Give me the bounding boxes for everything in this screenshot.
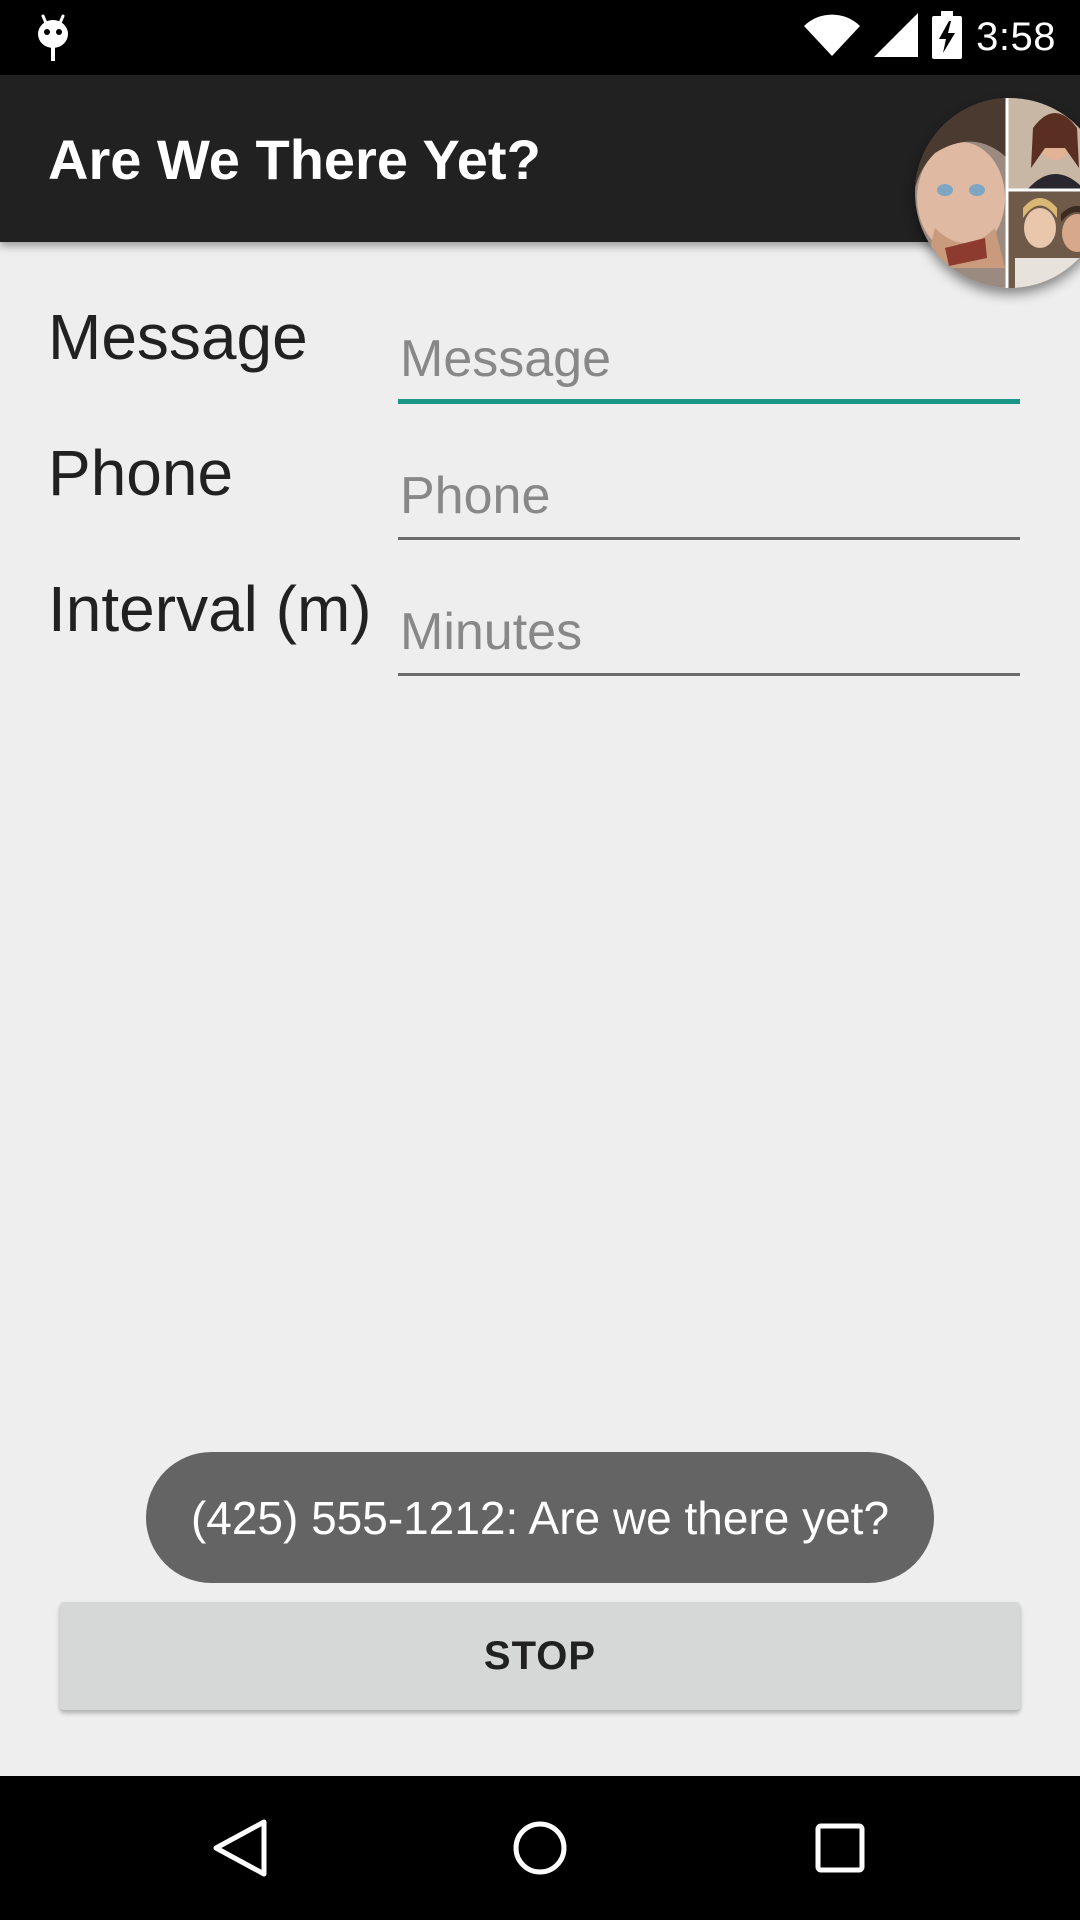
message-row: Message: [0, 300, 1080, 430]
status-icons: 3:58: [804, 0, 1056, 75]
android-debug-icon: [36, 14, 70, 62]
navigation-bar: [0, 1776, 1080, 1920]
app-title: Are We There Yet?: [48, 128, 541, 191]
phone-row: Phone: [0, 436, 1080, 566]
status-clock: 3:58: [976, 15, 1056, 59]
recents-icon[interactable]: [790, 1798, 890, 1898]
toast-message: (425) 555-1212: Are we there yet?: [146, 1452, 934, 1583]
message-label: Message: [48, 301, 308, 373]
back-icon[interactable]: [190, 1798, 290, 1898]
screen: 3:58 Are We There Yet? Message Message P…: [0, 0, 1080, 1920]
phone-label: Phone: [48, 437, 234, 509]
battery-charging-icon: [932, 11, 963, 64]
interval-input[interactable]: [398, 596, 1020, 676]
interval-row: Interval (m): [0, 572, 1080, 702]
message-input[interactable]: [398, 324, 1020, 404]
wifi-icon: [804, 14, 861, 61]
stop-button[interactable]: STOP: [60, 1602, 1020, 1710]
phone-input[interactable]: [398, 460, 1020, 540]
status-bar: 3:58: [0, 0, 1080, 75]
home-icon[interactable]: [490, 1798, 590, 1898]
cell-signal-icon: [874, 13, 919, 62]
interval-label: Interval (m): [48, 573, 372, 645]
